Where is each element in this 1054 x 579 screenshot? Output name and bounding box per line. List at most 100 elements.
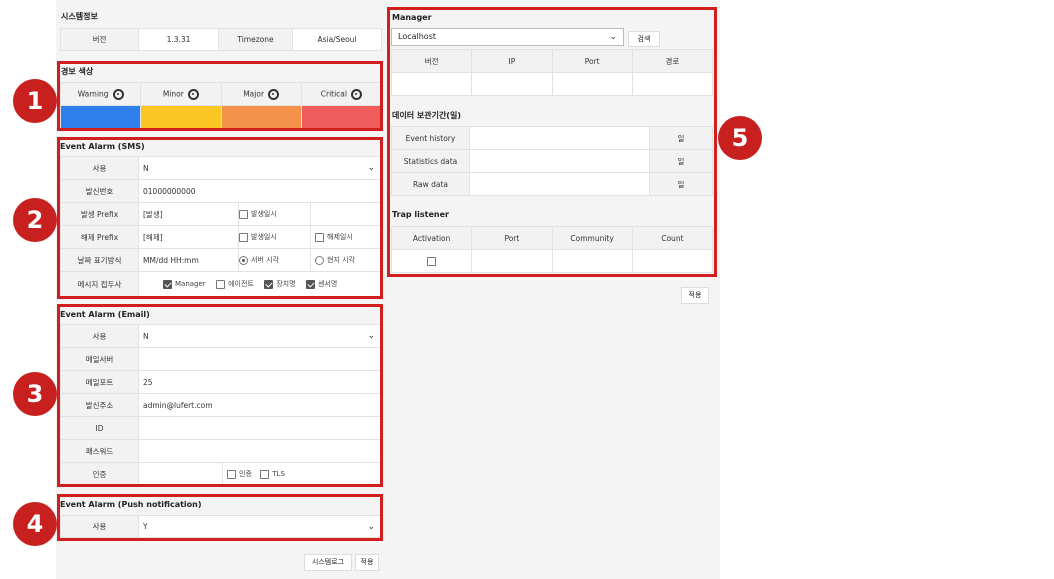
- msg-opt-sensor[interactable]: 센서명: [305, 279, 338, 289]
- msg-opt-agent[interactable]: 에이전트: [216, 279, 254, 289]
- warning-label: Warning: [77, 89, 109, 98]
- manager-title: Manager: [392, 13, 432, 22]
- sender-address-label: 발신주소: [60, 393, 139, 417]
- mail-server-label: 메일서버: [60, 347, 139, 371]
- msg-opt-device[interactable]: 장치명: [264, 279, 296, 289]
- clear-prefix-field[interactable]: [해제]: [138, 225, 239, 249]
- email-password-label: 패스워드: [60, 439, 139, 463]
- clear-occur-checkbox[interactable]: 발생일시: [238, 225, 311, 249]
- server-time-radio[interactable]: 서버 시각: [238, 248, 311, 272]
- mail-port-label: 메일포트: [60, 370, 139, 394]
- occur-time-checkbox[interactable]: 발생일시: [238, 202, 311, 226]
- sms-use-select[interactable]: N ⌄: [138, 156, 382, 180]
- event-history-label: Event history: [391, 126, 470, 150]
- critical-label: Critical: [320, 89, 347, 98]
- warning-color-picker-icon[interactable]: [112, 88, 124, 100]
- manager-cell: [471, 72, 553, 96]
- clear-occur-label: 발생일시: [251, 233, 277, 241]
- radio-icon: [315, 255, 324, 265]
- sensor-opt-label: 센서명: [317, 280, 338, 288]
- critical-color-swatch[interactable]: [300, 105, 383, 129]
- date-format-field[interactable]: MM/dd HH:mm: [138, 248, 239, 272]
- clear-time-label: 해제일시: [327, 233, 353, 241]
- mail-port-field[interactable]: 25: [138, 370, 382, 394]
- major-label: Major: [243, 89, 265, 98]
- manager-select-value: Localhost: [398, 32, 437, 41]
- push-table: 사용 Y ⌄: [60, 515, 382, 538]
- trap-port-cell[interactable]: [471, 249, 553, 273]
- occur-time-label: 발생일시: [251, 210, 277, 218]
- checked-icon: [163, 279, 172, 289]
- right-apply-button[interactable]: 적용: [681, 287, 709, 304]
- auth-checkbox[interactable]: 인증: [227, 469, 252, 479]
- trap-community-cell[interactable]: [551, 249, 633, 273]
- occur-prefix-field[interactable]: [발생]: [138, 202, 239, 226]
- trap-col-port: Port: [471, 226, 553, 250]
- device-opt-label: 장치명: [276, 280, 296, 288]
- clear-time-checkbox[interactable]: 해제일시: [310, 225, 382, 249]
- trap-table: Activation Port Community Count: [390, 226, 714, 273]
- badge-2: 2: [13, 198, 57, 242]
- push-use-label: 사용: [60, 515, 139, 538]
- badge-5: 5: [718, 116, 762, 160]
- checkbox-icon: [260, 469, 270, 479]
- mail-server-field[interactable]: [138, 347, 382, 371]
- day-unit: 일: [649, 126, 713, 150]
- msg-opt-manager[interactable]: Manager: [163, 279, 206, 289]
- manager-cell: [631, 72, 714, 96]
- search-button[interactable]: 검색: [628, 31, 660, 47]
- minor-color-picker-icon[interactable]: [187, 88, 199, 100]
- auth-options: 인증 TLS: [222, 462, 382, 486]
- clear-prefix-label: 해제 Prefix: [60, 225, 139, 249]
- sms-table: 사용 N ⌄ 발신번호 01000000000 발생 Prefix [발생] 발생…: [60, 156, 382, 297]
- tls-checkbox[interactable]: TLS: [260, 469, 285, 479]
- msg-prefix-options: Manager 에이전트 장치명 센서명: [138, 271, 382, 297]
- sms-sender-field[interactable]: 01000000000: [138, 179, 382, 203]
- email-password-field[interactable]: [138, 439, 382, 463]
- major-header: Major: [220, 82, 302, 106]
- trap-activation-cell[interactable]: [390, 249, 473, 273]
- checkbox-icon: [315, 232, 324, 242]
- push-use-value: Y: [143, 522, 148, 531]
- critical-color-picker-icon[interactable]: [350, 88, 362, 100]
- occur-prefix-label: 발생 Prefix: [60, 202, 139, 226]
- major-color-picker-icon[interactable]: [268, 88, 280, 100]
- local-time-label: 현지 시각: [327, 256, 355, 264]
- trap-col-count: Count: [631, 226, 714, 250]
- sms-use-label: 사용: [60, 156, 139, 180]
- manager-table: 버전 IP Port 경로: [390, 49, 714, 96]
- minor-header: Minor: [140, 82, 222, 106]
- local-time-radio[interactable]: 현지 시각: [310, 248, 382, 272]
- badge-1: 1: [13, 79, 57, 123]
- version-value: 1.3.31: [138, 28, 219, 51]
- email-title: Event Alarm (Email): [60, 310, 150, 319]
- major-color-swatch[interactable]: [220, 105, 302, 129]
- sms-title: Event Alarm (SMS): [60, 142, 145, 151]
- chevron-down-icon: ⌄: [367, 163, 375, 173]
- statistics-data-field[interactable]: [469, 149, 650, 173]
- manager-col-path: 경로: [631, 49, 714, 73]
- sms-use-value: N: [143, 163, 149, 173]
- warning-header: Warning: [59, 82, 142, 106]
- event-history-field[interactable]: [469, 126, 650, 150]
- minor-color-swatch[interactable]: [140, 105, 222, 129]
- system-info-table: 버전 1.3.31 Timezone Asia/Seoul: [60, 28, 382, 51]
- apply-button[interactable]: 적용: [355, 554, 379, 571]
- syslog-button[interactable]: 시스템로그: [304, 554, 352, 571]
- version-label: 버전: [60, 28, 139, 51]
- sender-address-field[interactable]: admin@lufert.com: [138, 393, 382, 417]
- auth-opt-label: 인증: [239, 470, 252, 478]
- manager-col-version: 버전: [390, 49, 473, 73]
- email-id-field[interactable]: [138, 416, 382, 440]
- trap-col-community: Community: [551, 226, 633, 250]
- statistics-data-label: Statistics data: [391, 149, 470, 173]
- warning-color-swatch[interactable]: [59, 105, 142, 129]
- email-use-select[interactable]: N ⌄: [138, 324, 382, 348]
- manager-select[interactable]: Localhost ⌄: [391, 28, 624, 46]
- alarm-color-title: 경보 색상: [61, 67, 94, 76]
- push-use-select[interactable]: Y ⌄: [138, 515, 382, 538]
- raw-data-field[interactable]: [469, 172, 650, 196]
- timezone-label: Timezone: [218, 28, 293, 51]
- trap-count-cell[interactable]: [631, 249, 714, 273]
- checkbox-icon: [227, 469, 236, 479]
